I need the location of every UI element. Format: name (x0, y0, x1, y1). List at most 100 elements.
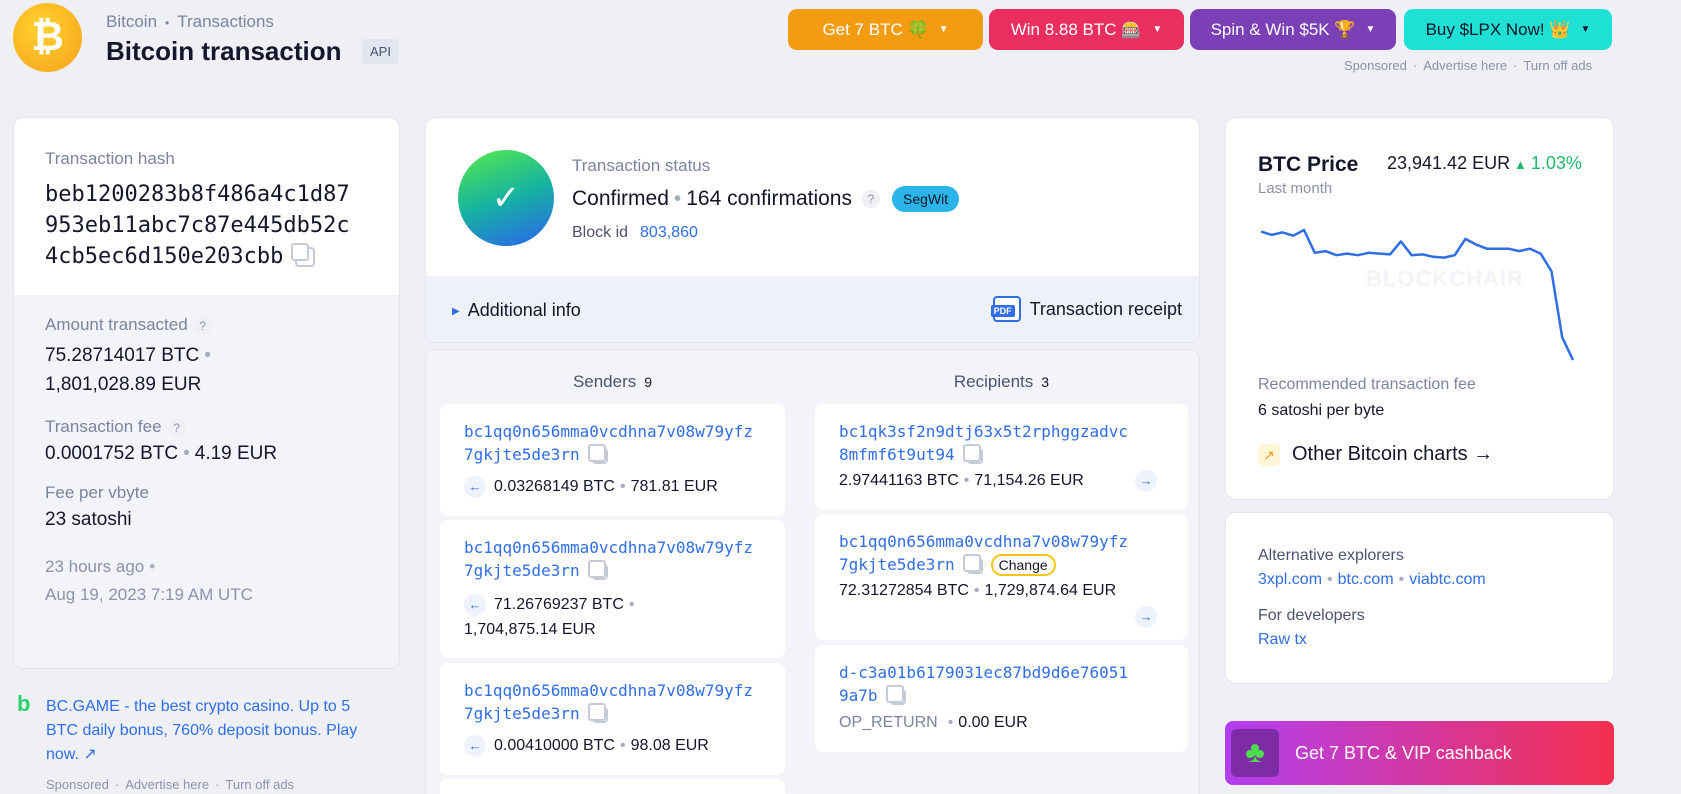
side-ad-link[interactable]: BC.GAME - the best crypto casino. Up to … (46, 695, 386, 767)
confirmations: 164 confirmations (686, 187, 852, 210)
confirmed-check-icon: ✓ (458, 150, 554, 246)
turn-off-ads-link[interactable]: Turn off ads (1523, 58, 1592, 73)
copy-icon[interactable] (885, 684, 906, 705)
help-icon[interactable]: ? (193, 316, 212, 335)
block-id-link[interactable]: 803,860 (640, 224, 698, 241)
details-section: Amount transacted? 75.28714017 BTC • 1,801… (14, 295, 399, 629)
bcgame-icon: b (17, 691, 31, 716)
advertise-link[interactable]: Advertise here (125, 777, 209, 792)
recommended-fee-value: 6 satoshi per byte (1258, 402, 1385, 419)
price-change: ▲ 1.03% (1514, 153, 1582, 173)
sender-address[interactable]: bc1qq0n656mma0vcdhna7v08w79yfz 7gkjte5de3… (464, 536, 753, 582)
ad-button-buy-lpx[interactable]: Buy $LPX Now! 👑 ▼ (1404, 9, 1612, 50)
caret-right-icon: ▶ (452, 305, 460, 317)
recipient-item: bc1qq0n656mma0vcdhna7v08w79yfz 7gkjte5de3… (815, 514, 1188, 640)
amount-label: Amount transacted (45, 315, 188, 334)
breadcrumb: Bitcoin • Transactions (106, 12, 274, 31)
fee-label: Transaction fee (45, 417, 162, 436)
sender-address[interactable]: bc1qq0n656mma0vcdhna7v08w79yfz 7gkjte5de3… (464, 420, 753, 466)
price-title: BTC Price (1258, 153, 1359, 176)
developers-label: For developers (1258, 607, 1365, 624)
other-charts-link[interactable]: ↗ Other Bitcoin charts → (1258, 443, 1493, 466)
bitcoin-logo[interactable]: ₿ (13, 3, 82, 72)
copy-icon[interactable] (587, 443, 608, 464)
ad-button-get-btc[interactable]: Get 7 BTC 🍀 ▼ (788, 9, 983, 50)
sender-item: bc1qq0n656mma0vcdhna7v08w79yfz 7gkjte5de3… (440, 663, 785, 775)
sender-amount: ← 0.00410000 BTC • 98.08 EUR (464, 735, 709, 757)
inputs-outputs-section: Senders 9 Recipients 3 bc1qq0n656mma0vcdhn… (425, 349, 1200, 794)
chevron-down-icon: ▼ (1365, 24, 1376, 35)
sender-address[interactable]: bc1qq0n656mma0vcdhna7v08w79yfz 7gkjte5de3… (464, 679, 753, 725)
chart-icon: ↗ (1258, 443, 1280, 466)
recipient-address[interactable]: bc1qk3sf2n9dtj63x5t2rphggzadvc 8mfmf6t9ut… (839, 420, 1128, 466)
api-button[interactable]: API (362, 39, 399, 64)
fee-value: 0.0001752 BTC • 4.19 EUR (45, 443, 278, 464)
page-title: Bitcoin transaction (106, 36, 342, 66)
fee-vbyte-value: 23 satoshi (45, 509, 132, 530)
recipients-count: 3 (1041, 374, 1050, 390)
price-chart (1260, 228, 1575, 361)
ad-button-spin-win[interactable]: Spin & Win $5K 🏆 ▼ (1190, 9, 1396, 50)
arrow-left-icon[interactable]: ← (464, 735, 486, 757)
help-icon[interactable]: ? (167, 418, 186, 437)
advertise-link[interactable]: Advertise here (1423, 58, 1507, 73)
side-ad-links: Sponsored · Advertise here · Turn off ads (46, 777, 295, 792)
explorer-link-btc[interactable]: btc.com (1338, 571, 1394, 588)
help-icon[interactable]: ? (862, 190, 880, 208)
arrow-left-icon[interactable]: ← (464, 594, 486, 616)
chevron-down-icon: ▼ (1580, 24, 1591, 35)
recipient-amount: 2.97441163 BTC • 71,154.26 EUR (839, 472, 1084, 489)
sender-item (440, 779, 785, 794)
summary-card: Transaction hash beb1200283b8f486a4c1d87… (13, 117, 400, 669)
price-period: Last month (1258, 180, 1333, 197)
senders-count: 9 (644, 374, 653, 390)
sender-amount: ← 71.26769237 BTC • 1,704,875.14 EUR (464, 594, 635, 638)
copy-icon[interactable] (587, 559, 608, 580)
recipients-header: Recipients 3 (815, 364, 1188, 404)
recipient-item: d-c3a01b6179031ec87bd9d6e76051 9a7b OP_RE… (815, 645, 1188, 752)
clover-icon: ♣ (1231, 729, 1279, 777)
bottom-ad-banner[interactable]: ♣ Get 7 BTC & VIP cashback (1225, 721, 1614, 785)
raw-tx-link[interactable]: Raw tx (1258, 631, 1307, 649)
external-link-icon: ↗ (83, 746, 97, 763)
hash-section: Transaction hash beb1200283b8f486a4c1d87… (14, 118, 399, 295)
price-value: 23,941.42 EUR (1387, 153, 1511, 173)
sender-item: bc1qq0n656mma0vcdhna7v08w79yfz 7gkjte5de3… (440, 404, 785, 516)
amount-value: 75.28714017 BTC • 1,801,028.89 EUR (45, 345, 211, 395)
additional-info-bar: ▶ Additional info PDF Transaction receipt (426, 276, 1199, 342)
arrow-right-icon[interactable]: → (1135, 606, 1157, 628)
ad-links: Sponsored · Advertise here · Turn off ads (1344, 58, 1593, 73)
status-state: Confirmed (572, 187, 669, 210)
pdf-icon: PDF (990, 296, 1021, 322)
transaction-hash[interactable]: beb1200283b8f486a4c1d87 953eb11abc7c87e4… (45, 179, 368, 272)
copy-icon[interactable] (291, 243, 316, 267)
recipient-amount: 72.31272854 BTC • 1,729,874.64 EUR (839, 582, 1117, 599)
senders-header: Senders 9 (440, 364, 785, 404)
sender-item: bc1qq0n656mma0vcdhna7v08w79yfz 7gkjte5de3… (440, 520, 785, 658)
copy-icon[interactable] (962, 443, 983, 464)
recipient-address[interactable]: bc1qq0n656mma0vcdhna7v08w79yfz 7gkjte5de3… (839, 530, 1128, 577)
explorer-link-3xpl[interactable]: 3xpl.com (1258, 571, 1322, 588)
turn-off-ads-link[interactable]: Turn off ads (225, 777, 294, 792)
alt-explorers-links: 3xpl.com • btc.com • viabtc.com (1258, 571, 1486, 588)
arrow-right-icon[interactable]: → (1135, 470, 1157, 492)
change-badge: Change (990, 554, 1056, 576)
arrow-left-icon[interactable]: ← (464, 476, 486, 498)
chevron-down-icon: ▼ (1152, 24, 1163, 35)
explorer-link-viabtc[interactable]: viabtc.com (1409, 571, 1485, 588)
chevron-down-icon: ▼ (938, 24, 949, 35)
timestamp: 23 hours ago • Aug 19, 2023 7:19 AM UTC (45, 557, 253, 604)
alt-explorers-label: Alternative explorers (1258, 547, 1404, 564)
btc-price-card: BTC Price 23,941.42 EUR ▲ 1.03% Last mont… (1225, 117, 1614, 500)
additional-info-toggle[interactable]: ▶ Additional info (452, 300, 581, 321)
ad-button-win-btc[interactable]: Win 8.88 BTC 🎰 ▼ (989, 9, 1184, 50)
copy-icon[interactable] (962, 553, 983, 574)
recipient-item: bc1qk3sf2n9dtj63x5t2rphggzadvc 8mfmf6t9ut… (815, 404, 1188, 510)
copy-icon[interactable] (587, 702, 608, 723)
transaction-receipt-link[interactable]: PDF Transaction receipt (990, 296, 1182, 322)
breadcrumb-transactions[interactable]: Transactions (177, 12, 274, 31)
recipient-address[interactable]: d-c3a01b6179031ec87bd9d6e76051 9a7b (839, 661, 1128, 707)
breadcrumb-bitcoin[interactable]: Bitcoin (106, 12, 157, 31)
hash-label: Transaction hash (45, 149, 175, 168)
arrow-up-icon: ▲ (1514, 157, 1527, 172)
